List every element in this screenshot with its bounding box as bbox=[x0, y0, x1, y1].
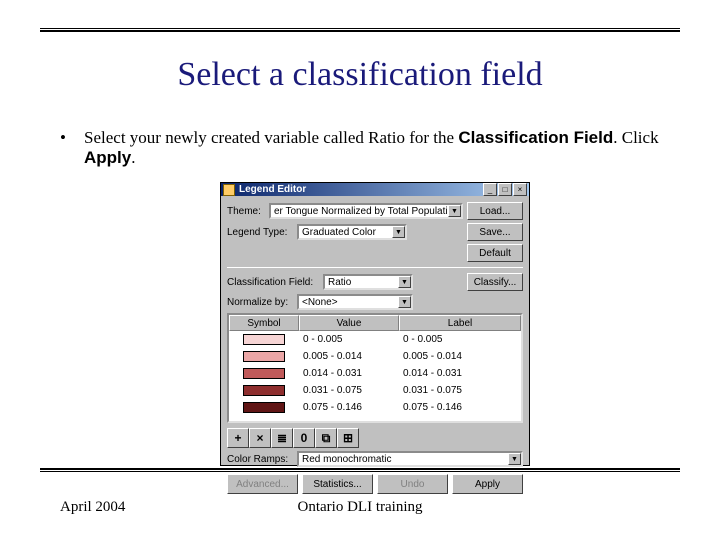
default-row: Default bbox=[227, 244, 523, 262]
grid-toolbar: +×≣0⧉⊞ bbox=[227, 428, 523, 448]
grid-row[interactable]: 0.005 - 0.0140.005 - 0.014 bbox=[229, 348, 521, 365]
window-controls: _ □ × bbox=[483, 183, 527, 196]
color-swatch bbox=[243, 385, 285, 396]
normalize-label: Normalize by: bbox=[227, 297, 293, 308]
value-cell[interactable]: 0 - 0.005 bbox=[299, 334, 399, 345]
toolbar-button-2[interactable]: ≣ bbox=[271, 428, 293, 448]
bullet-pre: Select your newly created variable calle… bbox=[84, 128, 458, 147]
grid-row[interactable]: 0 - 0.0050 - 0.005 bbox=[229, 331, 521, 348]
symbol-cell[interactable] bbox=[229, 402, 299, 413]
slide-title: Select a classification field bbox=[0, 56, 720, 94]
bullet-marker: • bbox=[60, 128, 70, 148]
legend-editor-screenshot: Legend Editor _ □ × Theme: er Tongue Nor… bbox=[220, 182, 530, 466]
grid-row[interactable]: 0.075 - 0.1460.075 - 0.146 bbox=[229, 399, 521, 416]
dropdown-icon[interactable]: ▼ bbox=[508, 453, 521, 465]
value-cell[interactable]: 0.075 - 0.146 bbox=[299, 402, 399, 413]
close-button[interactable]: × bbox=[513, 183, 527, 196]
classification-grid: Symbol Value Label 0 - 0.0050 - 0.0050.0… bbox=[227, 313, 523, 423]
normalize-row: Normalize by: <None> ▼ bbox=[227, 294, 523, 310]
window-title: Legend Editor bbox=[239, 184, 483, 195]
value-cell[interactable]: 0.031 - 0.075 bbox=[299, 385, 399, 396]
color-swatch bbox=[243, 368, 285, 379]
footer: April 2004 Ontario DLI training bbox=[60, 499, 660, 516]
color-ramps-row: Color Ramps: Red monochromatic ▼ bbox=[227, 451, 523, 467]
color-swatch bbox=[243, 334, 285, 345]
color-ramps-combo[interactable]: Red monochromatic ▼ bbox=[297, 451, 523, 467]
legend-editor-window: Legend Editor _ □ × Theme: er Tongue Nor… bbox=[220, 182, 530, 466]
bottom-buttons: Advanced... Statistics... Undo Apply bbox=[227, 474, 523, 494]
separator bbox=[227, 267, 523, 268]
symbol-cell[interactable] bbox=[229, 351, 299, 362]
label-cell[interactable]: 0.005 - 0.014 bbox=[399, 351, 521, 362]
theme-row: Theme: er Tongue Normalized by Total Pop… bbox=[227, 202, 523, 220]
label-cell[interactable]: 0 - 0.005 bbox=[399, 334, 521, 345]
col-symbol-header[interactable]: Symbol bbox=[229, 315, 299, 331]
symbol-cell[interactable] bbox=[229, 385, 299, 396]
symbol-cell[interactable] bbox=[229, 368, 299, 379]
theme-combo[interactable]: er Tongue Normalized by Total Population… bbox=[269, 203, 463, 219]
grid-header: Symbol Value Label bbox=[229, 315, 521, 331]
class-field-value: Ratio bbox=[328, 277, 351, 288]
bullet-bold-2: Apply bbox=[84, 148, 131, 167]
dropdown-icon[interactable]: ▼ bbox=[448, 205, 461, 217]
class-field-row: Classification Field: Ratio ▼ Classify..… bbox=[227, 273, 523, 291]
bullet-post: . bbox=[131, 148, 135, 167]
label-cell[interactable]: 0.014 - 0.031 bbox=[399, 368, 521, 379]
value-cell[interactable]: 0.014 - 0.031 bbox=[299, 368, 399, 379]
dropdown-icon[interactable]: ▼ bbox=[398, 296, 411, 308]
toolbar-button-5[interactable]: ⊞ bbox=[337, 428, 359, 448]
bullet-item: • Select your newly created variable cal… bbox=[60, 128, 660, 168]
symbol-cell[interactable] bbox=[229, 334, 299, 345]
app-icon bbox=[223, 184, 235, 196]
normalize-combo[interactable]: <None> ▼ bbox=[297, 294, 413, 310]
col-value-header[interactable]: Value bbox=[299, 315, 399, 331]
theme-label: Theme: bbox=[227, 206, 265, 217]
footer-center: Ontario DLI training bbox=[60, 499, 660, 516]
grid-row[interactable]: 0.031 - 0.0750.031 - 0.075 bbox=[229, 382, 521, 399]
classify-button[interactable]: Classify... bbox=[467, 273, 523, 291]
label-cell[interactable]: 0.031 - 0.075 bbox=[399, 385, 521, 396]
toolbar-button-1[interactable]: × bbox=[249, 428, 271, 448]
class-field-combo[interactable]: Ratio ▼ bbox=[323, 274, 413, 290]
titlebar[interactable]: Legend Editor _ □ × bbox=[221, 183, 529, 196]
color-ramps-value: Red monochromatic bbox=[302, 454, 391, 465]
slide: Select a classification field • Select y… bbox=[0, 0, 720, 540]
label-cell[interactable]: 0.075 - 0.146 bbox=[399, 402, 521, 413]
normalize-value: <None> bbox=[302, 297, 338, 308]
theme-value: er Tongue Normalized by Total Population bbox=[274, 206, 459, 217]
dropdown-icon[interactable]: ▼ bbox=[398, 276, 411, 288]
legend-type-label: Legend Type: bbox=[227, 227, 293, 238]
rule-top bbox=[40, 28, 680, 32]
default-button[interactable]: Default bbox=[467, 244, 523, 262]
apply-button[interactable]: Apply bbox=[452, 474, 523, 494]
bullet-mid: . Click bbox=[613, 128, 658, 147]
col-label-header[interactable]: Label bbox=[399, 315, 521, 331]
dialog-body: Theme: er Tongue Normalized by Total Pop… bbox=[221, 196, 529, 498]
advanced-button[interactable]: Advanced... bbox=[227, 474, 298, 494]
dropdown-icon[interactable]: ▼ bbox=[392, 226, 405, 238]
grid-body: 0 - 0.0050 - 0.0050.005 - 0.0140.005 - 0… bbox=[229, 331, 521, 421]
bullet-area: • Select your newly created variable cal… bbox=[60, 128, 660, 168]
legend-type-row: Legend Type: Graduated Color ▼ Save... bbox=[227, 223, 523, 241]
maximize-button[interactable]: □ bbox=[498, 183, 512, 196]
toolbar-button-0[interactable]: + bbox=[227, 428, 249, 448]
grid-row[interactable]: 0.014 - 0.0310.014 - 0.031 bbox=[229, 365, 521, 382]
load-button[interactable]: Load... bbox=[467, 202, 523, 220]
minimize-button[interactable]: _ bbox=[483, 183, 497, 196]
statistics-button[interactable]: Statistics... bbox=[302, 474, 373, 494]
color-ramps-label: Color Ramps: bbox=[227, 454, 293, 465]
toolbar-button-4[interactable]: ⧉ bbox=[315, 428, 337, 448]
legend-type-combo[interactable]: Graduated Color ▼ bbox=[297, 224, 407, 240]
rule-bottom bbox=[40, 468, 680, 472]
color-swatch bbox=[243, 402, 285, 413]
color-swatch bbox=[243, 351, 285, 362]
class-field-label: Classification Field: bbox=[227, 277, 319, 288]
save-button[interactable]: Save... bbox=[467, 223, 523, 241]
undo-button[interactable]: Undo bbox=[377, 474, 448, 494]
legend-type-value: Graduated Color bbox=[302, 227, 376, 238]
bullet-text: Select your newly created variable calle… bbox=[84, 128, 660, 168]
bullet-bold-1: Classification Field bbox=[458, 128, 613, 147]
value-cell[interactable]: 0.005 - 0.014 bbox=[299, 351, 399, 362]
toolbar-button-3[interactable]: 0 bbox=[293, 428, 315, 448]
